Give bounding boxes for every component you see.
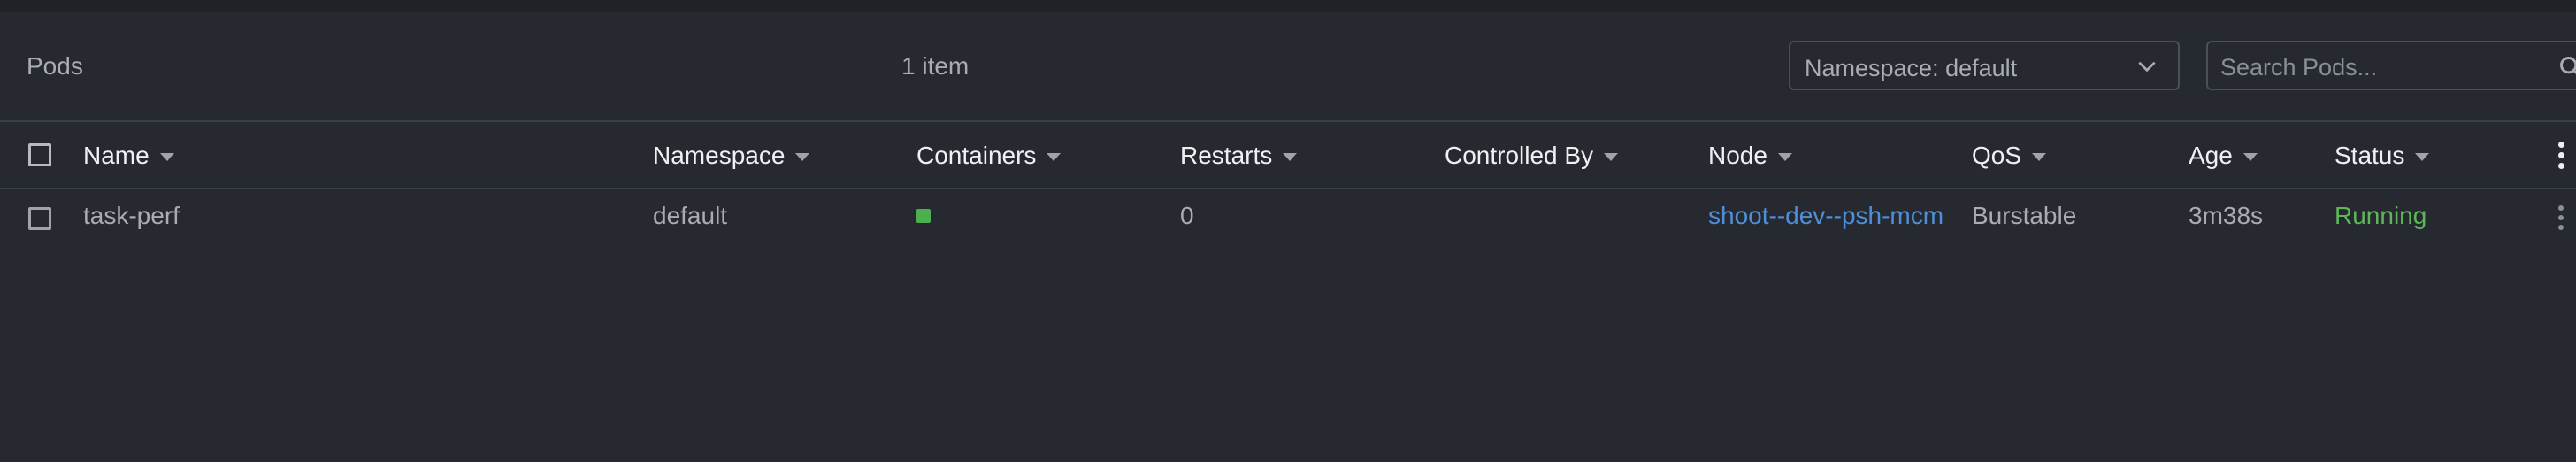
row-checkbox[interactable]	[28, 207, 51, 230]
caret-down-icon	[1283, 152, 1298, 161]
caret-down-icon	[159, 152, 174, 161]
column-header-label: Status	[2334, 142, 2405, 169]
table-header: Name Namespace Containers Restarts Contr…	[0, 122, 2576, 188]
cell-age: 3m38s	[2189, 202, 2264, 229]
caret-down-icon	[1777, 152, 1792, 161]
caret-down-icon	[1604, 152, 1619, 161]
column-header-containers[interactable]: Containers	[916, 142, 1062, 170]
column-header-namespace[interactable]: Namespace	[653, 142, 810, 170]
column-header-age[interactable]: Age	[2189, 142, 2258, 170]
column-header-label: Controlled By	[1445, 142, 1594, 169]
caret-down-icon	[2032, 152, 2047, 161]
select-all-checkbox[interactable]	[28, 143, 51, 166]
column-header-controlled-by[interactable]: Controlled By	[1445, 142, 1619, 170]
row-menu-icon[interactable]	[2557, 205, 2565, 230]
pods-header: Pods 1 item Namespace: default	[0, 12, 2576, 120]
caret-down-icon	[795, 152, 810, 161]
caret-down-icon	[2242, 152, 2258, 161]
namespace-select[interactable]: Namespace: default	[1789, 41, 2180, 90]
chevron-down-icon	[2138, 61, 2156, 73]
caret-down-icon	[1046, 152, 1062, 161]
cell-name: task-perf	[83, 202, 180, 229]
column-header-node[interactable]: Node	[1708, 142, 1792, 170]
search-box[interactable]	[2206, 41, 2576, 90]
column-header-label: Namespace	[653, 142, 786, 169]
cell-restarts: 0	[1180, 202, 1194, 229]
column-header-label: Age	[2189, 142, 2233, 169]
columns-menu-icon[interactable]	[2557, 142, 2565, 169]
column-header-label: Restarts	[1180, 142, 1273, 169]
top-bar	[0, 0, 2576, 12]
search-icon[interactable]	[2558, 55, 2576, 80]
caret-down-icon	[2415, 152, 2430, 161]
search-input[interactable]	[2219, 51, 2523, 83]
cell-namespace: default	[653, 202, 728, 229]
column-header-restarts[interactable]: Restarts	[1180, 142, 1298, 170]
column-header-label: Containers	[916, 142, 1037, 169]
cell-status: Running	[2334, 202, 2427, 229]
column-header-qos[interactable]: QoS	[1972, 142, 2047, 170]
cell-qos: Burstable	[1972, 202, 2077, 229]
table-row[interactable]: task-perf default 0 shoot--dev--psh-mcm …	[0, 189, 2576, 244]
item-count: 1 item	[901, 52, 970, 80]
column-header-label: Node	[1708, 142, 1767, 169]
column-header-status[interactable]: Status	[2334, 142, 2430, 170]
column-header-name[interactable]: Name	[83, 142, 174, 170]
cell-node-link[interactable]: shoot--dev--psh-mcm	[1708, 202, 1952, 232]
namespace-select-value: Namespace: default	[1805, 55, 2018, 81]
column-header-label: Name	[83, 142, 150, 169]
page-title: Pods	[27, 52, 83, 80]
container-status-indicator[interactable]	[916, 209, 931, 223]
column-header-label: QoS	[1972, 142, 2022, 169]
